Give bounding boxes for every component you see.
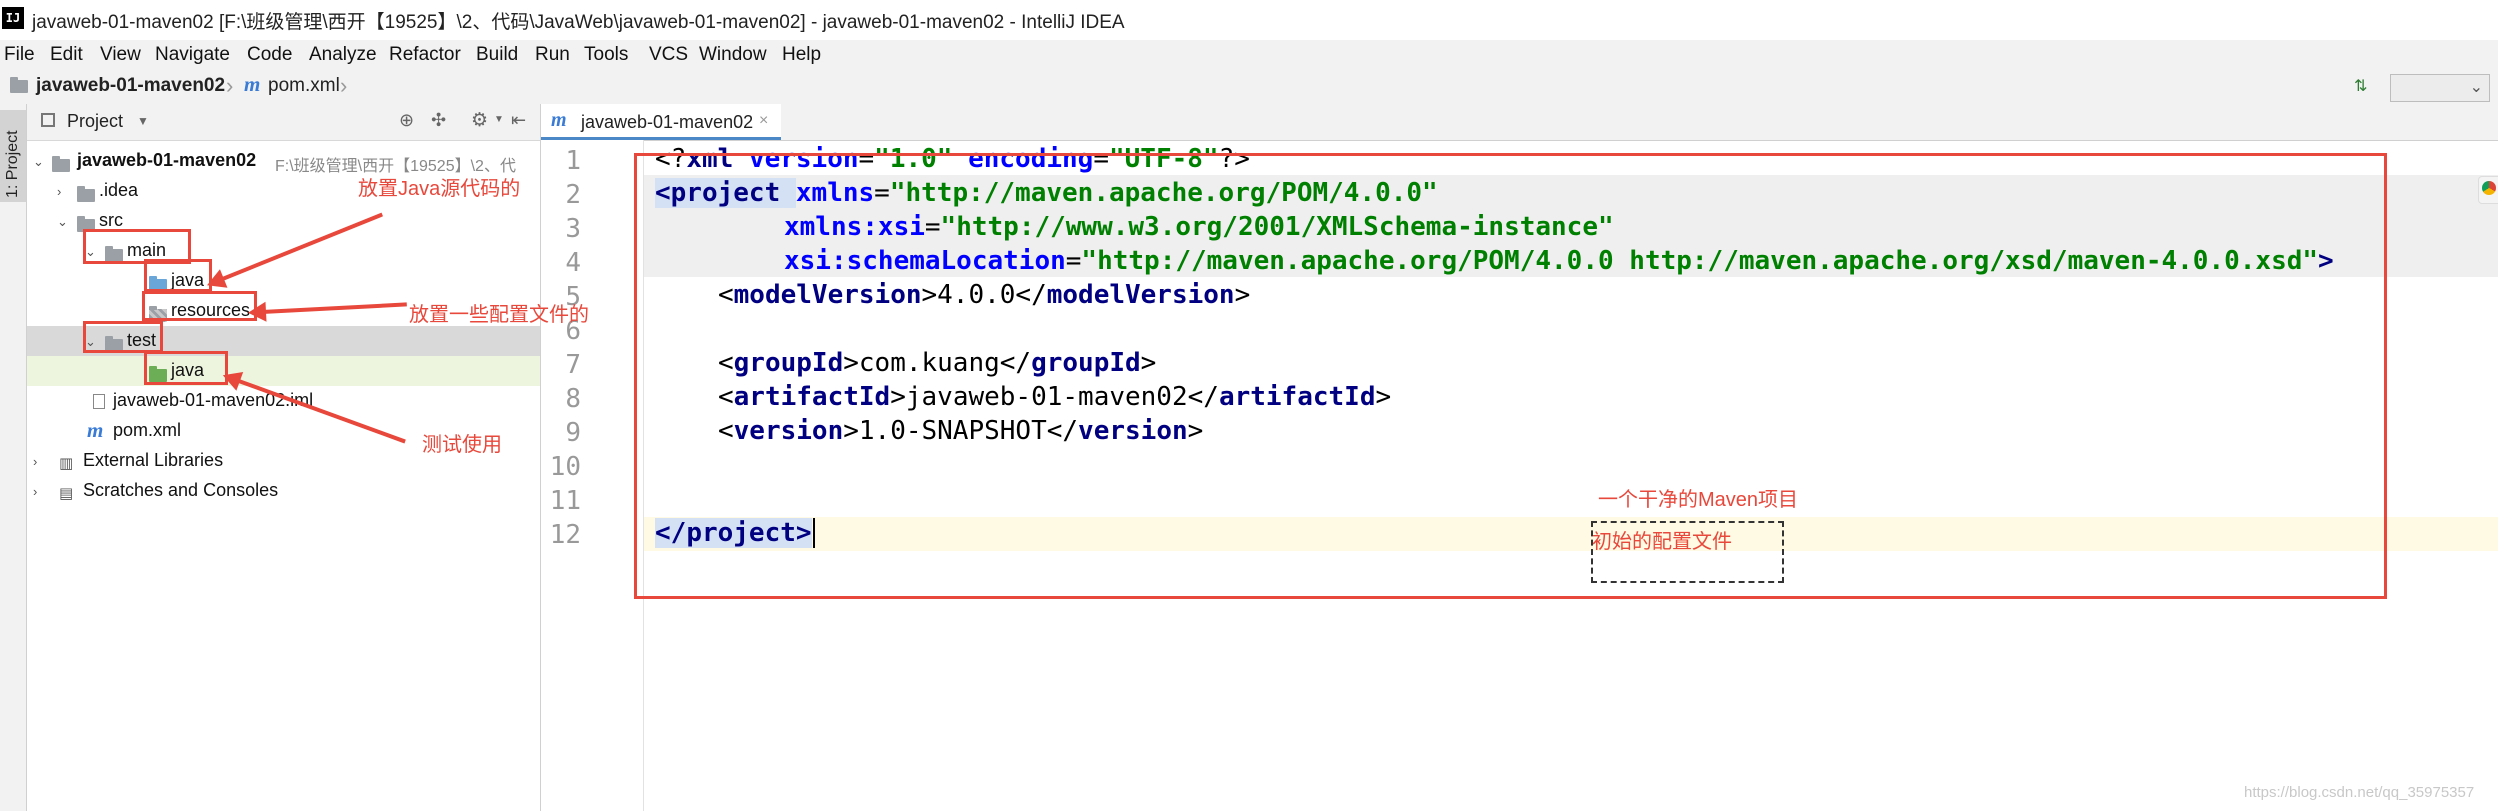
line-number: 11 (549, 486, 581, 516)
maven-file-icon: m (244, 72, 261, 96)
line-number: 9 (565, 418, 581, 448)
collapse-arrow-icon[interactable]: › (33, 484, 37, 499)
menu-navigate[interactable]: Navigate (155, 44, 230, 66)
expand-arrow-icon[interactable]: ⌄ (33, 154, 44, 170)
chevron-down-icon: ⌄ (2469, 79, 2483, 96)
project-view-icon (41, 113, 55, 127)
tree-item-scratches[interactable]: › ▤ Scratches and Consoles (27, 476, 540, 506)
expand-arrow-icon[interactable]: ⌄ (57, 214, 68, 230)
sort-icon[interactable]: ⇅ (2354, 76, 2367, 96)
project-tool-tab[interactable]: 1: Project (0, 110, 26, 202)
annotation-box-test-java (144, 351, 228, 385)
hide-panel-icon[interactable]: ⇤ (511, 110, 526, 131)
tool-window-strip: 1: Project (0, 104, 27, 811)
breadcrumb-project[interactable]: javaweb-01-maven02 (36, 75, 225, 97)
tree-label-src: src (99, 210, 123, 230)
chrome-preview-icon[interactable] (2478, 176, 2498, 204)
menu-build[interactable]: Build (476, 44, 518, 66)
close-icon[interactable]: × (759, 112, 768, 130)
chrome-icon (2482, 181, 2496, 195)
tree-label-pom: pom.xml (113, 420, 182, 440)
chevron-down-icon[interactable]: ▼ (494, 114, 504, 125)
tree-label-iml: javaweb-01-maven02.iml (113, 390, 314, 410)
line-number: 7 (565, 350, 581, 380)
run-config-dropdown[interactable]: ⌄ (2390, 74, 2490, 102)
tree-item-test-java[interactable]: java (27, 356, 540, 386)
line-number: 8 (565, 384, 581, 414)
breadcrumb-file[interactable]: pom.xml (268, 75, 340, 97)
menu-vcs[interactable]: VCS (649, 44, 688, 66)
menu-view[interactable]: View (100, 44, 141, 66)
collapse-icon[interactable]: ✣ (431, 110, 446, 131)
collapse-arrow-icon[interactable]: › (57, 184, 61, 199)
chevron-down-icon[interactable]: ▼ (137, 114, 149, 128)
annotation-box-pom (634, 153, 2387, 599)
locate-icon[interactable]: ⊕ (399, 110, 414, 131)
line-number: 10 (549, 452, 581, 482)
menu-edit[interactable]: Edit (50, 44, 83, 66)
note-initial-config: 初始的配置文件 (1592, 531, 1732, 553)
menu-run[interactable]: Run (535, 44, 570, 66)
note-resources: 放置一些配置文件的 (409, 304, 589, 326)
window-title: javaweb-01-maven02 [F:\班级管理\西开【19525】\2、… (32, 12, 1125, 33)
menu-help[interactable]: Help (782, 44, 821, 66)
editor-tab-pom[interactable]: m javaweb-01-maven02 × (541, 104, 781, 140)
iml-file-icon (93, 394, 105, 409)
collapse-arrow-icon[interactable]: › (33, 454, 37, 469)
line-number: 4 (565, 248, 581, 278)
annotation-box-test (83, 321, 163, 353)
intellij-logo-icon: IJ (2, 7, 24, 29)
folder-icon (77, 186, 95, 207)
note-clean-maven: 一个干净的Maven项目 (1598, 489, 1799, 511)
tree-item-main-java[interactable]: java (27, 266, 540, 296)
line-number: 1 (565, 146, 581, 176)
line-number: 12 (549, 520, 581, 550)
project-panel: Project ▼ ⊕ ✣ ⚙ ▼ ⇤ ⌄ javaweb-01-maven02… (27, 104, 541, 811)
project-tool-tab-label: 1: Project (4, 130, 21, 198)
annotation-box-main-java (144, 259, 212, 292)
menu-file[interactable]: File (4, 44, 35, 66)
project-panel-title[interactable]: Project (67, 111, 123, 132)
watermark: https://blog.csdn.net/qq_35975357 (2244, 784, 2475, 801)
menu-code[interactable]: Code (247, 44, 292, 66)
tree-root-label: javaweb-01-maven02 (77, 150, 257, 170)
menu-tools[interactable]: Tools (584, 44, 628, 66)
menu-window[interactable]: Window (699, 44, 767, 66)
menu-bar: File Edit View Navigate Code Analyze Ref… (0, 40, 2498, 70)
breadcrumb-separator-icon: › (340, 73, 348, 98)
project-folder-icon (10, 77, 28, 98)
menu-refactor[interactable]: Refactor (389, 44, 461, 66)
library-icon: ▥ (59, 455, 74, 472)
tree-label-scratches: Scratches and Consoles (83, 480, 279, 500)
editor-gutter: 1 2 3 4 5 6 7 8 9 10 11 12 (541, 140, 644, 811)
note-test: 测试使用 (422, 434, 502, 456)
line-number: 2 (565, 180, 581, 210)
note-java-source: 放置Java源代码的 (358, 178, 521, 200)
editor-tab-bar: m javaweb-01-maven02 × (541, 104, 2498, 141)
maven-file-icon: m (551, 109, 567, 131)
maven-file-icon: m (87, 418, 104, 442)
tree-label-idea: .idea (99, 180, 139, 200)
editor-tab-label: javaweb-01-maven02 (581, 112, 754, 132)
gear-icon[interactable]: ⚙ (471, 109, 488, 132)
title-bar: IJ javaweb-01-maven02 [F:\班级管理\西开【19525】… (0, 0, 2498, 41)
scratches-icon: ▤ (59, 485, 74, 502)
line-number: 3 (565, 214, 581, 244)
annotation-box-resources (142, 291, 257, 321)
menu-analyze[interactable]: Analyze (309, 44, 377, 66)
project-panel-header: Project ▼ ⊕ ✣ ⚙ ▼ ⇤ (27, 104, 540, 141)
tree-item-iml[interactable]: javaweb-01-maven02.iml (27, 386, 540, 416)
breadcrumb-separator-icon: › (226, 73, 234, 98)
navigation-bar: javaweb-01-maven02 › m pom.xml › ⇅ ⌄ (0, 70, 2498, 105)
tree-label-external: External Libraries (83, 450, 224, 470)
module-folder-icon (52, 156, 70, 177)
